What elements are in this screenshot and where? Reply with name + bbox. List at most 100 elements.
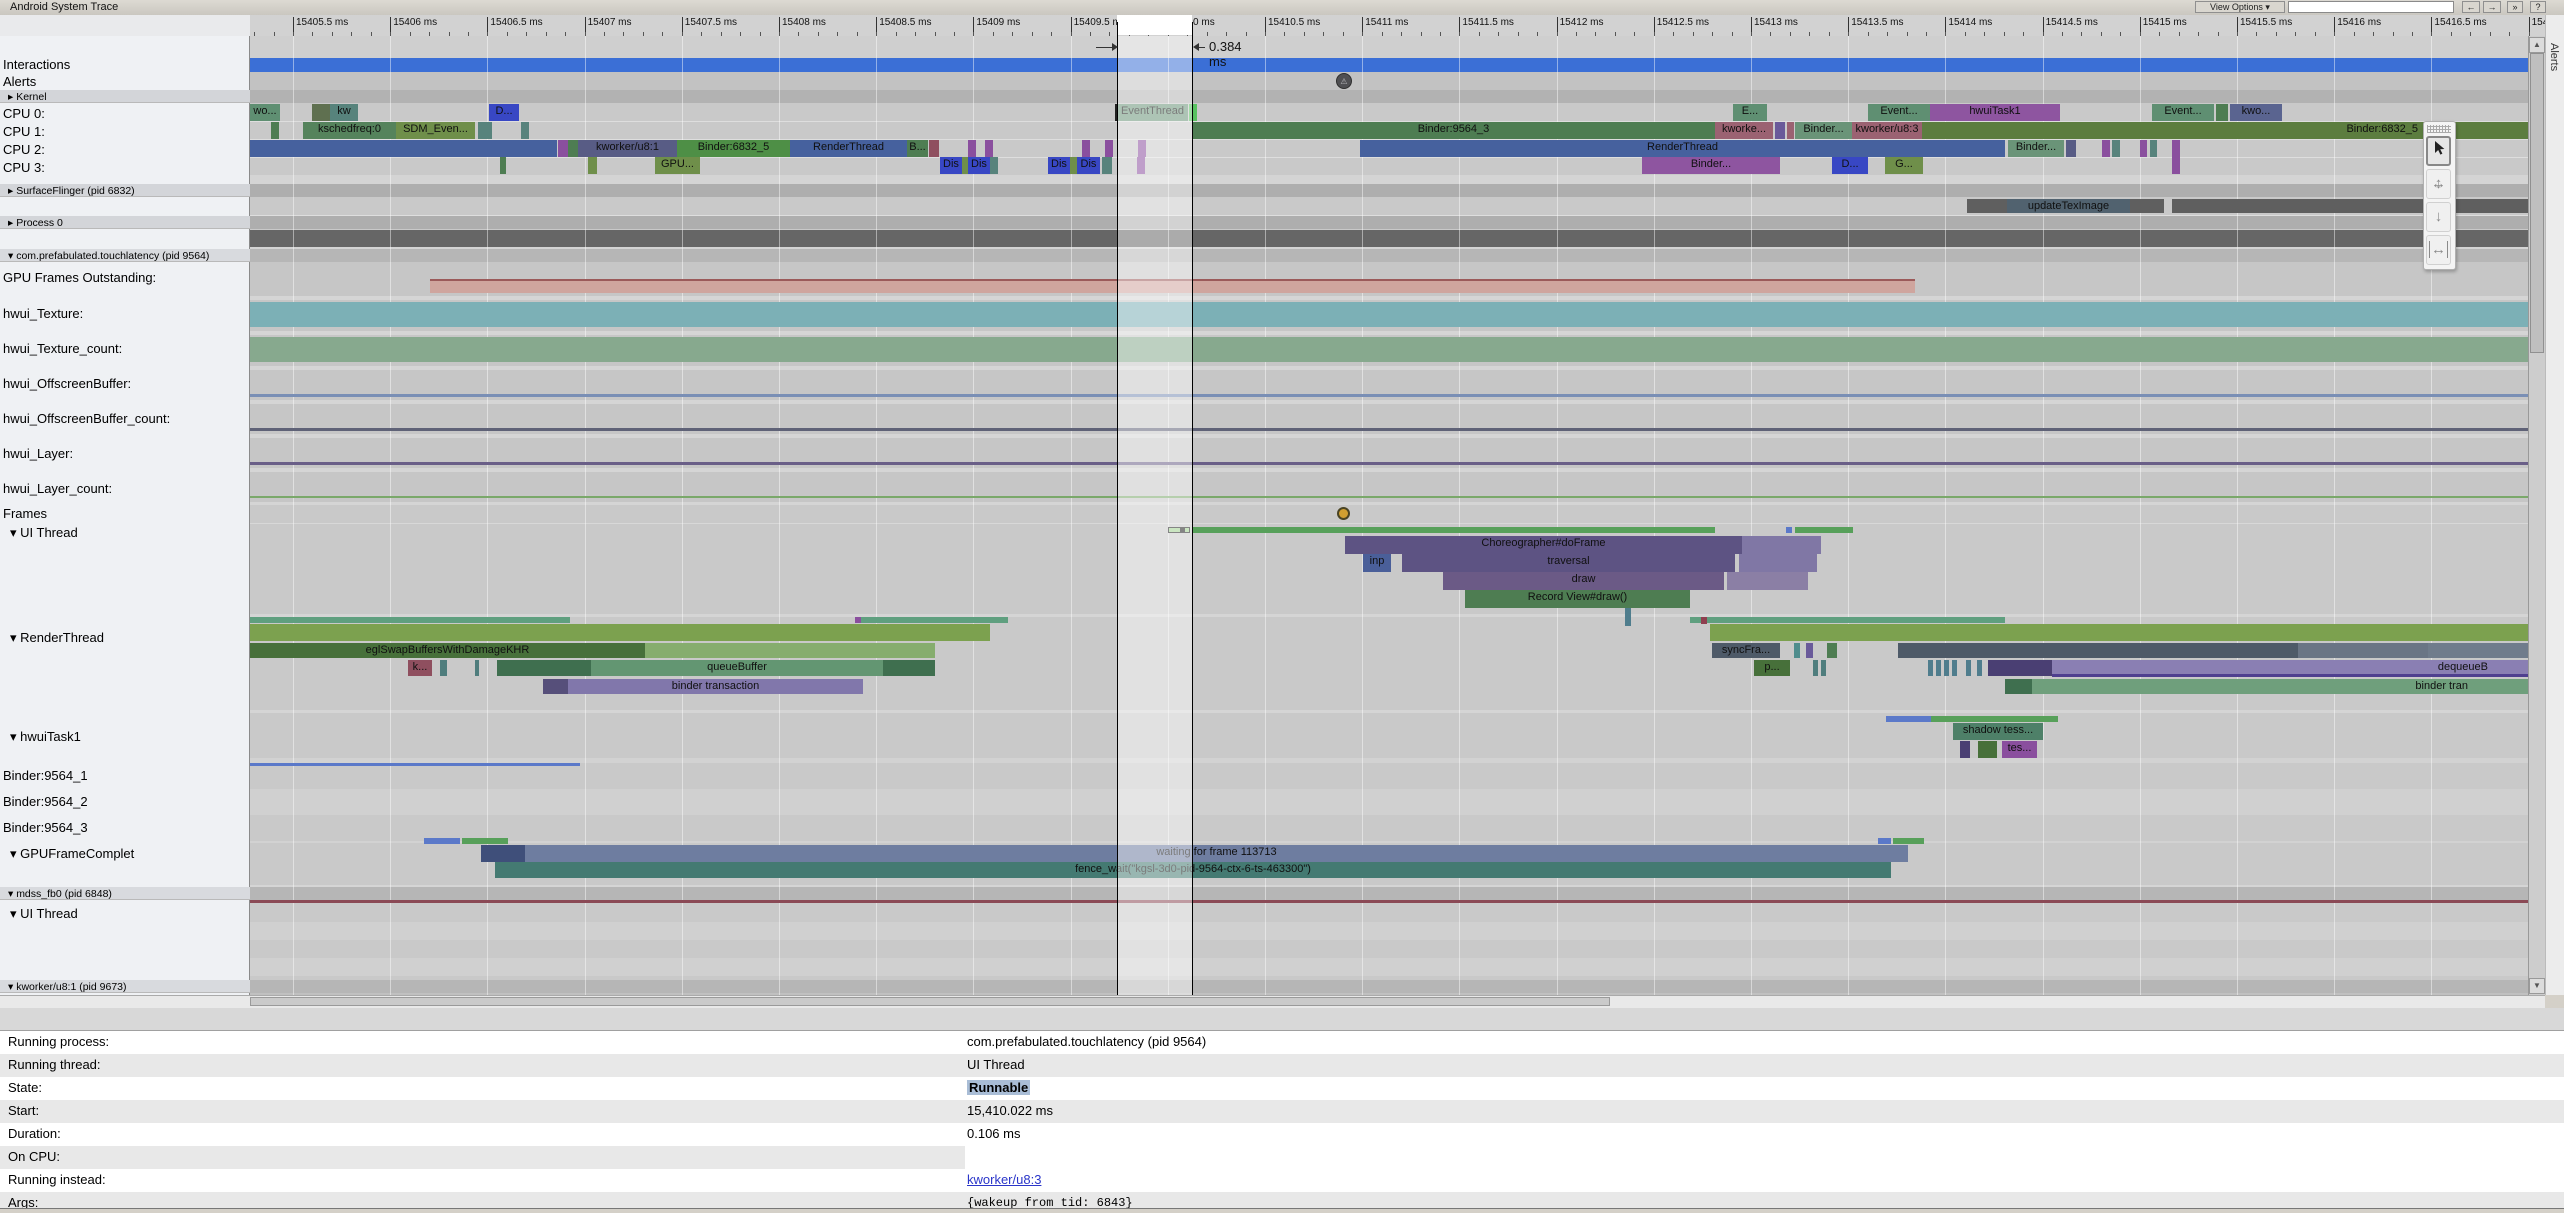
trace-slice[interactable] — [521, 122, 529, 139]
timeline-area[interactable]: wo...kwD...EventThreadE...Event...hwuiTa… — [0, 36, 2545, 995]
trace-slice[interactable] — [2005, 679, 2032, 694]
trace-slice[interactable] — [1978, 741, 1997, 758]
zoom-tool-button[interactable]: ↓ — [2426, 202, 2451, 232]
trace-slice[interactable] — [2172, 199, 2528, 213]
search-input[interactable] — [2288, 1, 2454, 13]
trace-slice[interactable] — [2172, 157, 2180, 174]
trace-slice[interactable] — [1944, 660, 1949, 676]
trace-slice-binder-9564-3[interactable]: Binder:9564_3 — [1192, 122, 1715, 139]
trace-slice[interactable] — [1928, 660, 1933, 676]
trace-slice[interactable] — [478, 122, 492, 139]
trace-slice-gpu-[interactable]: GPU... — [655, 157, 700, 174]
trace-slice[interactable] — [1192, 527, 1715, 533]
trace-slice[interactable] — [558, 140, 568, 157]
trace-slice[interactable] — [1690, 617, 2005, 623]
sidebar-item-com-prefabulated-touchlatency-pid-9564[interactable]: ▾ com.prefabulated.touchlatency (pid 956… — [8, 250, 209, 262]
trace-slice-choreographer-doframe[interactable]: Choreographer#doFrame — [1345, 536, 1742, 554]
trace-slice[interactable] — [1102, 157, 1112, 174]
sidebar-item-ui-thread[interactable]: ▾ UI Thread — [10, 525, 78, 541]
sidebar-item-mdss-fb0-pid-6848[interactable]: ▾ mdss_fb0 (pid 6848) — [8, 888, 112, 900]
trace-slice[interactable] — [481, 845, 525, 862]
sidebar-item-surfaceflinger-pid-6832[interactable]: ▸ SurfaceFlinger (pid 6832) — [8, 185, 135, 197]
trace-slice[interactable] — [250, 462, 2528, 465]
trace-slice[interactable] — [250, 337, 2528, 362]
trace-slice-kschedfreq-0[interactable]: kschedfreq:0 — [303, 122, 396, 139]
trace-slice[interactable] — [1813, 660, 1818, 676]
nav-forward-button[interactable]: → — [2483, 1, 2501, 13]
trace-slice[interactable] — [2298, 643, 2428, 658]
sidebar-item-gpuframecomplet[interactable]: ▾ GPUFrameComplet — [10, 846, 134, 862]
trace-slice[interactable] — [1727, 572, 1808, 590]
trace-slice-record-view-draw-[interactable]: Record View#draw() — [1465, 590, 1690, 608]
trace-slice-renderthread[interactable]: RenderThread — [1360, 140, 2005, 157]
frame-marker-icon[interactable] — [1337, 507, 1350, 520]
trace-slice[interactable] — [861, 617, 1008, 623]
trace-slice[interactable] — [250, 140, 557, 157]
trace-slice-traversal[interactable]: traversal — [1402, 554, 1735, 572]
trace-slice[interactable] — [1936, 660, 1941, 676]
detail-value-running-instead[interactable]: kworker/u8:3 — [967, 1172, 1041, 1187]
trace-slice[interactable] — [250, 763, 580, 766]
horizontal-scroll-thumb[interactable] — [250, 997, 1610, 1006]
trace-slice-event-[interactable]: Event... — [2152, 104, 2214, 121]
trace-slice[interactable] — [1898, 643, 2298, 658]
trace-slice-kwo-[interactable]: kwo... — [2230, 104, 2282, 121]
trace-slice-dis[interactable]: Dis — [1048, 157, 1070, 174]
help-button[interactable]: ? — [2530, 1, 2546, 13]
trace-slice-updateteximage[interactable]: updateTexImage — [2007, 199, 2130, 213]
trace-slice-tes-[interactable]: tes... — [2002, 741, 2037, 758]
trace-slice-eglswapbufferswithdamagekhr[interactable]: eglSwapBuffersWithDamageKHR — [250, 643, 645, 658]
timing-tool-button[interactable]: ↔ — [2426, 235, 2451, 265]
nav-skip-button[interactable]: » — [2507, 1, 2523, 13]
trace-slice[interactable] — [2428, 643, 2528, 658]
pan-tool-button[interactable]: ↔↕ — [2426, 169, 2451, 199]
trace-slice-dis[interactable]: Dis — [940, 157, 962, 174]
trace-slice[interactable] — [1795, 527, 1853, 533]
trace-slice[interactable] — [2066, 140, 2076, 157]
trace-slice-shadow-tess-[interactable]: shadow tess... — [1953, 723, 2043, 740]
trace-slice-kworker-u8-1[interactable]: kworker/u8:1 — [578, 140, 677, 157]
trace-slice[interactable] — [1105, 140, 1113, 157]
trace-slice-binder-transaction[interactable]: binder transaction — [568, 679, 863, 694]
trace-slice[interactable] — [440, 660, 447, 676]
trace-slice-inp[interactable]: inp — [1363, 554, 1391, 572]
trace-slice[interactable] — [1966, 660, 1971, 676]
trace-slice[interactable] — [2172, 140, 2180, 157]
trace-slice[interactable] — [2102, 140, 2110, 157]
sidebar-item-ui-thread[interactable]: ▾ UI Thread — [10, 906, 78, 922]
vertical-scroll-thumb[interactable] — [2530, 53, 2544, 353]
trace-slice[interactable] — [462, 838, 508, 844]
trace-slice[interactable] — [271, 122, 279, 139]
selection-line-right[interactable] — [1192, 22, 1193, 995]
trace-slice[interactable] — [2216, 104, 2228, 121]
trace-slice[interactable] — [1794, 643, 1800, 658]
trace-slice-binder-6832-5[interactable]: Binder:6832_5 — [677, 140, 790, 157]
trace-slice[interactable] — [250, 394, 2528, 397]
trace-slice[interactable] — [883, 660, 935, 676]
palette-grip[interactable] — [2427, 125, 2451, 133]
trace-slice[interactable] — [1827, 643, 1837, 658]
selection-line-left[interactable] — [1117, 22, 1118, 995]
sidebar-item-hwuitask1[interactable]: ▾ hwuiTask1 — [10, 729, 81, 745]
trace-slice[interactable] — [250, 496, 2528, 498]
trace-slice-sdm-even-[interactable]: SDM_Even... — [396, 122, 475, 139]
trace-slice-e-[interactable]: E... — [1733, 104, 1767, 121]
trace-slice-fence-wait-kgsl-3d0-pid-9564-ctx-6-ts-463300-[interactable]: fence_wait("kgsl-3d0-pid-9564-ctx-6-ts-4… — [495, 862, 1891, 878]
trace-slice-kworke-[interactable]: kworke... — [1715, 122, 1773, 139]
trace-slice[interactable] — [1893, 838, 1924, 844]
trace-slice[interactable] — [1701, 617, 1707, 624]
trace-slice[interactable] — [1960, 741, 1970, 758]
trace-slice[interactable] — [929, 140, 939, 157]
trace-slice[interactable] — [1931, 716, 2058, 722]
trace-slice-dis[interactable]: Dis — [968, 157, 990, 174]
trace-slice[interactable] — [1977, 660, 1982, 676]
trace-slice[interactable] — [990, 157, 998, 174]
trace-slice-binder-[interactable]: Binder... — [1795, 122, 1852, 139]
sidebar-item-process-0[interactable]: ▸ Process 0 — [8, 217, 63, 229]
trace-slice[interactable] — [250, 624, 990, 641]
view-options-button[interactable]: View Options ▾ — [2195, 1, 2285, 13]
trace-slice[interactable] — [2052, 674, 2528, 677]
trace-slice[interactable] — [568, 140, 578, 157]
trace-slice[interactable] — [645, 643, 935, 658]
trace-slice[interactable] — [1806, 643, 1813, 658]
